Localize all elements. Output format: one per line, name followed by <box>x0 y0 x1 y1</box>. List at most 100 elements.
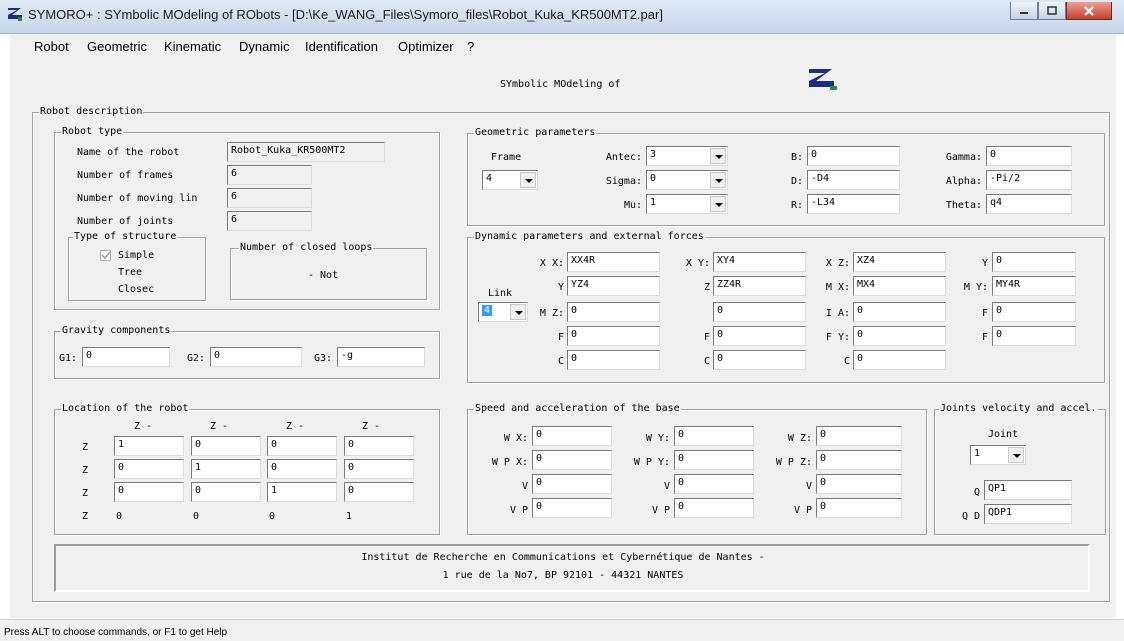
antec-label: Antec: <box>605 152 642 163</box>
wz-label: W Z: <box>787 433 812 444</box>
location-cell[interactable]: 0 <box>344 436 414 456</box>
ia-field[interactable]: 0 <box>853 302 946 322</box>
simple-option[interactable]: Simple <box>118 250 154 261</box>
menu-help[interactable]: ? <box>467 39 474 54</box>
theta-label: Theta: <box>945 200 982 211</box>
menu-robot[interactable]: Robot <box>34 39 69 54</box>
wy-field[interactable]: 0 <box>674 426 754 446</box>
vpx-field[interactable]: 0 <box>532 498 612 518</box>
vy-field[interactable]: 0 <box>674 474 754 494</box>
fx2-field[interactable]: 0 <box>713 326 806 346</box>
xx-field[interactable]: XX4R <box>567 252 660 272</box>
vx-field[interactable]: 0 <box>532 474 612 494</box>
yz-field[interactable]: ZZ4R <box>713 276 806 296</box>
location-cell[interactable]: 0 <box>191 482 261 502</box>
chevron-down-icon[interactable] <box>710 172 726 188</box>
gamma-field[interactable]: 0 <box>986 146 1072 166</box>
robot-logo-icon <box>809 69 837 90</box>
g3-field[interactable]: -g <box>337 347 425 367</box>
menu-kinematic[interactable]: Kinematic <box>164 39 221 54</box>
status-bar: Press ALT to choose commands, or F1 to g… <box>0 619 1124 641</box>
wpy-label: W P Y: <box>633 457 670 468</box>
location-cell[interactable]: 0 <box>191 436 261 456</box>
mu-select[interactable]: 1 <box>646 194 728 214</box>
menu-optimizer[interactable]: Optimizer <box>398 39 454 54</box>
mx-field[interactable]: MX4 <box>853 276 946 296</box>
vz-field[interactable]: 0 <box>816 474 902 494</box>
f-field[interactable]: 0 <box>992 302 1076 322</box>
wz-field[interactable]: 0 <box>816 426 902 446</box>
xy-field[interactable]: XY4 <box>713 252 806 272</box>
location-cell[interactable]: 0 <box>344 459 414 479</box>
vx-label: V <box>521 481 528 492</box>
d-field[interactable]: -D4 <box>807 170 900 190</box>
location-cell[interactable]: 0 <box>114 459 184 479</box>
mz-field[interactable]: 0 <box>567 302 660 322</box>
chevron-down-icon[interactable] <box>520 172 536 188</box>
y-field[interactable]: 0 <box>992 252 1076 272</box>
alpha-label: Alpha: <box>945 176 982 187</box>
vpz-field[interactable]: 0 <box>816 498 902 518</box>
location-cell[interactable]: 1 <box>191 459 261 479</box>
fz-field[interactable]: 0 <box>992 326 1076 346</box>
frame-select[interactable]: 4 <box>482 170 538 190</box>
q-field[interactable]: QP1 <box>984 480 1072 500</box>
c2-field[interactable]: 0 <box>713 350 806 370</box>
simple-checkbox[interactable] <box>100 250 111 261</box>
my-label: M Y: <box>963 282 988 293</box>
location-cell[interactable]: 0 <box>344 482 414 502</box>
menu-dynamic[interactable]: Dynamic <box>239 39 290 54</box>
location-cell[interactable]: 0 <box>267 459 337 479</box>
alpha-field[interactable]: -Pi/2 <box>986 170 1072 190</box>
joint-select[interactable]: 1 <box>970 445 1026 465</box>
b-field[interactable]: 0 <box>807 146 900 166</box>
location-cell[interactable]: 0 <box>267 436 337 456</box>
g1-field[interactable]: 0 <box>82 347 170 367</box>
wpx-field[interactable]: 0 <box>532 450 612 470</box>
maximize-button[interactable] <box>1038 2 1066 20</box>
c3-field[interactable]: 0 <box>853 350 946 370</box>
location-cell[interactable]: 1 <box>267 482 337 502</box>
frames-field[interactable]: 6 <box>227 165 312 185</box>
xz-field[interactable]: XZ4 <box>853 252 946 272</box>
link-label: Link <box>488 288 513 299</box>
dynamic-title: Dynamic parameters and external forces <box>474 231 705 242</box>
my-field[interactable]: MY4R <box>992 276 1076 296</box>
menu-identification[interactable]: Identification <box>305 39 378 54</box>
d-label: D: <box>790 176 803 187</box>
fy-field[interactable]: 0 <box>853 326 946 346</box>
location-col-header: Z - <box>286 421 305 432</box>
c1-field[interactable]: 0 <box>567 350 660 370</box>
y-label: Y <box>981 258 988 269</box>
moving-links-field[interactable]: 6 <box>227 188 312 208</box>
theta-field[interactable]: q4 <box>986 194 1072 214</box>
location-cell[interactable]: 0 <box>114 482 184 502</box>
qd-field[interactable]: QDP1 <box>984 504 1072 524</box>
chevron-down-icon[interactable] <box>710 196 726 212</box>
vpx-label: V P <box>509 505 528 516</box>
vpy-field[interactable]: 0 <box>674 498 754 518</box>
fx-field[interactable]: 0 <box>567 326 660 346</box>
menu-geometric[interactable]: Geometric <box>87 39 147 54</box>
chevron-down-icon[interactable] <box>1008 447 1024 463</box>
robot-name-field[interactable]: Robot_Kuka_KR500MT2 <box>227 142 385 162</box>
closed-option[interactable]: Closec <box>118 284 154 295</box>
wpz-field[interactable]: 0 <box>816 450 902 470</box>
location-cell[interactable]: 1 <box>114 436 184 456</box>
close-button[interactable] <box>1066 2 1112 20</box>
joints-field[interactable]: 6 <box>227 211 312 231</box>
chevron-down-icon[interactable] <box>710 148 726 164</box>
location-cell: 0 <box>116 511 123 522</box>
wx-field[interactable]: 0 <box>532 426 612 446</box>
g2-field[interactable]: 0 <box>210 347 302 367</box>
fy2-label: F Y: <box>825 332 850 343</box>
wpy-field[interactable]: 0 <box>674 450 754 470</box>
minimize-button[interactable] <box>1010 2 1038 20</box>
yy-field[interactable]: YZ4 <box>567 276 660 296</box>
r-field[interactable]: -L34 <box>807 194 900 214</box>
title-bar[interactable]: SYMORO+ : SYmbolic MOdeling of RObots - … <box>0 0 1124 34</box>
m2-field[interactable]: 0 <box>713 302 806 322</box>
antec-select[interactable]: 3 <box>646 146 728 166</box>
sigma-select[interactable]: 0 <box>646 170 728 190</box>
tree-option[interactable]: Tree <box>118 267 142 278</box>
